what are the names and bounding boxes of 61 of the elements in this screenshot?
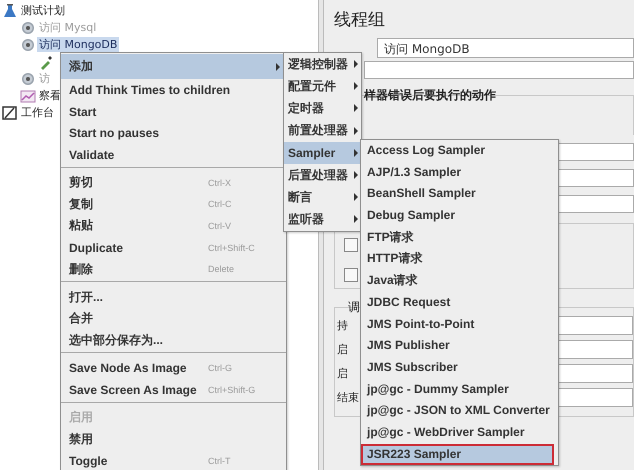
menu-item[interactable]: Toggle Ctrl-T [61,450,286,470]
menu-item[interactable]: AJP/1.3 Sampler [361,162,554,184]
tree-item[interactable]: 察看 [37,88,63,103]
menu-item[interactable]: jp@gc - JSON to XML Converter [361,400,554,422]
shortcut-label: Ctrl-T [208,456,232,466]
menu-item[interactable]: HTTP请求 [361,248,554,270]
menu-item[interactable]: 定时器 [284,97,361,120]
menu-item[interactable]: Java请求 [361,270,554,292]
shortcut-label: Ctrl-V [208,220,232,231]
checkbox[interactable] [344,238,358,252]
section-legend: 样器错误后要执行的动作 [364,87,634,103]
menu-item[interactable]: 删除 Delete [61,258,286,280]
menu-item[interactable]: Access Log Sampler [361,140,554,162]
chart-icon [20,88,36,104]
shortcut-label: Ctrl-C [208,199,232,210]
shortcut-label: Ctrl+Shift-C [208,242,256,253]
checkbox[interactable] [344,268,358,282]
menu-item[interactable]: JMS Publisher [361,335,554,357]
menu-item[interactable]: JMS Point-to-Point [361,314,554,336]
menu-item[interactable]: JDBC Request [361,292,554,314]
menu-item[interactable]: Save Node As Image Ctrl-G [61,357,286,379]
menu-item[interactable]: 复制 Ctrl-C [61,193,286,216]
gear-icon [20,36,36,52]
menu-item[interactable]: Start [61,100,286,122]
shortcut-label: Ctrl-G [208,363,233,374]
menu-item[interactable]: Duplicate Ctrl+Shift-C [61,236,286,258]
section-legend: 调 [348,299,360,313]
menu-item[interactable]: 前置处理器 [284,120,361,142]
menu-item[interactable]: 禁用 [61,428,286,450]
menu-item[interactable]: 选中部分保存为... [61,330,286,352]
menu-item[interactable]: 打开... [61,286,286,308]
menu-item[interactable]: Start no pauses [61,122,286,144]
menu-item[interactable]: BeanShell Sampler [361,183,554,206]
menu-item[interactable]: jp@gc - WebDriver Sampler [361,422,554,444]
tree-item[interactable]: 访问 MongoDB [37,37,120,52]
menu-item[interactable]: 逻辑控制器 [284,53,361,76]
menu-item[interactable]: 剪切 Ctrl-X [61,172,286,194]
panel-title: 线程组 [334,9,386,32]
gear-icon [20,70,36,86]
menu-item[interactable]: 合并 [61,308,286,330]
menu-item[interactable]: Debug Sampler [361,205,554,227]
menu-item[interactable]: 粘贴 Ctrl-V [61,215,286,237]
menu-item[interactable]: Sampler [284,142,361,164]
shortcut-label: Ctrl-X [208,178,232,188]
tree-item[interactable]: 工作台 [19,105,56,120]
menu-item[interactable]: FTP请求 [361,226,554,248]
menu-item[interactable]: jp@gc - Dummy Sampler [361,378,554,400]
comment-field[interactable] [364,61,634,79]
menu-item[interactable]: Validate [61,144,286,166]
menu-item[interactable]: 添加 [61,54,286,79]
menu-item[interactable]: 配置元件 [284,75,361,98]
name-field[interactable]: 访问 MongoDB [377,38,634,58]
menu-item[interactable]: JMS Subscriber [361,356,554,379]
flask-icon [2,2,18,18]
gear-icon [20,20,36,36]
tree-item[interactable]: 测试计划 [19,3,67,18]
menu-item[interactable]: Save Screen As Image Ctrl+Shift-G [61,378,286,401]
menu-item[interactable]: Add Think Times to children [61,79,286,101]
menu-item[interactable]: JSR223 Sampler [361,444,554,466]
shortcut-label: Delete [208,264,236,274]
shortcut-label: Ctrl+Shift-G [208,384,256,395]
